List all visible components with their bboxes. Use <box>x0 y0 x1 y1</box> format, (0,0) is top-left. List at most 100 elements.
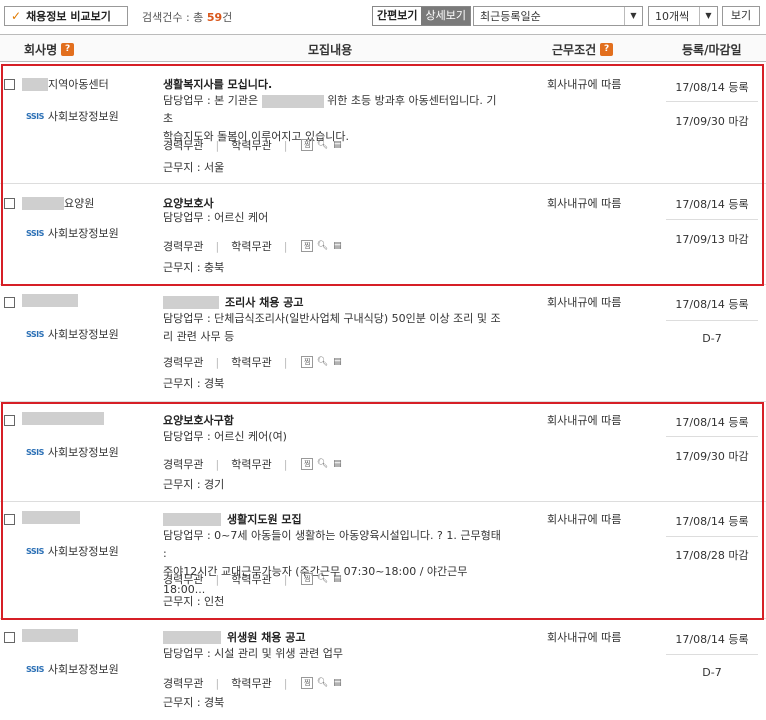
ssis-logo-icon: SSIS <box>26 228 44 238</box>
work-condition: 회사내규에 따름 <box>547 197 622 210</box>
row-checkbox[interactable] <box>4 79 15 90</box>
simple-view-button[interactable]: 간편보기 <box>373 7 422 25</box>
row-checkbox[interactable] <box>4 415 15 426</box>
magnifier-icon[interactable]: 🔍︎ <box>316 458 328 470</box>
reg-date: 17/08/14 등록 <box>675 198 749 211</box>
table-header: 회사명 ? 모집내용 근무조건 ? 등록/마감일 <box>0 34 766 62</box>
ssis-logo-icon: SSIS <box>26 447 44 457</box>
reg-date: 17/08/14 등록 <box>675 633 749 646</box>
deadline-date: 17/09/30 마감 <box>675 450 749 463</box>
job-duty: 담당업무 : 어르신 케어 <box>163 211 269 224</box>
company-name[interactable] <box>22 412 104 425</box>
help-icon[interactable]: ? <box>600 43 614 56</box>
job-title[interactable]: 생활복지사를 모십니다. <box>163 76 272 92</box>
check-icon: ✓ <box>11 9 22 23</box>
table-row: SSIS 사회보장정보원 조리사 채용 공고 담당업무 : 단체급식조리사(일반… <box>0 286 766 402</box>
content-header: 모집내용 <box>308 43 353 57</box>
detail-view-button[interactable]: 상세보기 <box>421 7 470 25</box>
scrap-icon[interactable]: 찜 <box>301 139 314 151</box>
company-name[interactable] <box>22 629 78 642</box>
company-name[interactable]: 지역아동센터 <box>22 76 109 92</box>
per-page-select[interactable]: 10개씩 ▼ <box>648 6 718 26</box>
compare-label: 채용정보 비교보기 <box>26 10 111 23</box>
work-condition: 회사내규에 따름 <box>547 631 622 644</box>
job-location: 근무지 : 서울 <box>163 161 225 174</box>
toolbar: ✓ 채용정보 비교보기 검색건수 : 총 59건 간편보기 상세보기 최근등록일… <box>0 0 766 32</box>
row-checkbox[interactable] <box>4 198 15 209</box>
row-checkbox[interactable] <box>4 514 15 525</box>
scrap-icon[interactable]: 찜 <box>301 458 314 470</box>
ssis-logo-icon: SSIS <box>26 329 44 339</box>
org-source: SSIS 사회보장정보원 <box>26 328 119 341</box>
sort-select[interactable]: 최근등록일순 ▼ <box>473 6 643 26</box>
magnifier-icon[interactable]: 🔍︎ <box>316 677 328 689</box>
result-count-value: 59 <box>206 11 223 24</box>
org-source: SSIS 사회보장정보원 <box>26 446 119 459</box>
deadline-dday: D-7 <box>702 666 722 679</box>
reg-date: 17/08/14 등록 <box>675 81 749 94</box>
table-row: SSIS 사회보장정보원 위생원 채용 공고 담당업무 : 시설 관리 및 위생… <box>0 621 766 720</box>
job-location: 근무지 : 경기 <box>163 478 225 491</box>
detail-icon[interactable]: ▤ <box>331 356 343 368</box>
magnifier-icon[interactable]: 🔍︎ <box>316 573 328 585</box>
job-duty: 담당업무 : 0~7세 아동들이 생활하는 아동양육시설입니다. ? 1. 근무… <box>163 529 501 596</box>
scrap-icon[interactable]: 찜 <box>301 240 314 252</box>
help-icon[interactable]: ? <box>61 43 75 56</box>
company-name[interactable] <box>22 294 78 307</box>
scrap-icon[interactable]: 찜 <box>301 677 314 689</box>
job-tags: 경력무관 | 학력무관 | 찜 🔍︎ ▤ <box>163 457 343 472</box>
job-location: 근무지 : 경북 <box>163 696 225 709</box>
scrap-icon[interactable]: 찜 <box>301 573 314 585</box>
job-duty: 담당업무 : 시설 관리 및 위생 관련 업무 <box>163 647 343 660</box>
job-title[interactable]: 생활지도원 모집 <box>163 511 302 527</box>
work-condition: 회사내규에 따름 <box>547 78 622 91</box>
job-tags: 경력무관 | 학력무관 | 찜 🔍︎ ▤ <box>163 355 343 370</box>
result-count: 검색건수 : 총 59건 <box>142 11 233 24</box>
job-location: 근무지 : 충북 <box>163 261 225 274</box>
detail-icon[interactable]: ▤ <box>331 458 343 470</box>
job-location: 근무지 : 인천 <box>163 595 225 608</box>
chevron-down-icon: ▼ <box>699 7 717 25</box>
row-checkbox[interactable] <box>4 297 15 308</box>
job-title[interactable]: 요양보호사구함 <box>163 412 234 428</box>
org-source: SSIS 사회보장정보원 <box>26 227 119 240</box>
detail-icon[interactable]: ▤ <box>331 139 343 151</box>
dates-header: 등록/마감일 <box>682 43 742 57</box>
work-condition: 회사내규에 따름 <box>547 414 622 427</box>
view-button[interactable]: 보기 <box>722 6 760 26</box>
org-source: SSIS 사회보장정보원 <box>26 110 119 123</box>
org-source: SSIS 사회보장정보원 <box>26 663 119 676</box>
detail-icon[interactable]: ▤ <box>331 240 343 252</box>
job-tags: 경력무관 | 학력무관 | 찜 🔍︎ ▤ <box>163 239 343 254</box>
deadline-date: 17/08/28 마감 <box>675 549 749 562</box>
ssis-logo-icon: SSIS <box>26 546 44 556</box>
table-row: 지역아동센터 SSIS 사회보장정보원 생활복지사를 모십니다. 담당업무 : … <box>0 66 766 184</box>
reg-date: 17/08/14 등록 <box>675 416 749 429</box>
table-row: SSIS 사회보장정보원 요양보호사구함 담당업무 : 어르신 케어(여) 경력… <box>0 404 766 502</box>
job-duty: 담당업무 : 단체급식조리사(일반사업체 구내식당) 50인분 이상 조리 및 … <box>163 312 501 343</box>
magnifier-icon[interactable]: 🔍︎ <box>316 240 328 252</box>
work-condition: 회사내규에 따름 <box>547 296 622 309</box>
table-row: SSIS 사회보장정보원 생활지도원 모집 담당업무 : 0~7세 아동들이 생… <box>0 503 766 619</box>
row-checkbox[interactable] <box>4 632 15 643</box>
job-title[interactable]: 조리사 채용 공고 <box>163 294 304 310</box>
job-tags: 경력무관 | 학력무관 | 찜 🔍︎ ▤ <box>163 572 343 587</box>
view-toggle: 간편보기 상세보기 <box>372 6 471 26</box>
ssis-logo-icon: SSIS <box>26 664 44 674</box>
magnifier-icon[interactable]: 🔍︎ <box>316 356 328 368</box>
job-location: 근무지 : 경북 <box>163 377 225 390</box>
company-name[interactable] <box>22 511 80 524</box>
company-name[interactable]: 요양원 <box>22 195 94 211</box>
detail-icon[interactable]: ▤ <box>331 677 343 689</box>
scrap-icon[interactable]: 찜 <box>301 356 314 368</box>
detail-icon[interactable]: ▤ <box>331 573 343 585</box>
company-header: 회사명 ? <box>24 41 75 58</box>
deadline-date: 17/09/30 마감 <box>675 115 749 128</box>
reg-date: 17/08/14 등록 <box>675 298 749 311</box>
deadline-date: 17/09/13 마감 <box>675 233 749 246</box>
job-title[interactable]: 위생원 채용 공고 <box>163 629 306 645</box>
magnifier-icon[interactable]: 🔍︎ <box>316 139 328 151</box>
work-condition: 회사내규에 따름 <box>547 513 622 526</box>
compare-button[interactable]: ✓ 채용정보 비교보기 <box>4 6 128 26</box>
table-row: 요양원 SSIS 사회보장정보원 요양보호사 담당업무 : 어르신 케어 경력무… <box>0 185 766 285</box>
